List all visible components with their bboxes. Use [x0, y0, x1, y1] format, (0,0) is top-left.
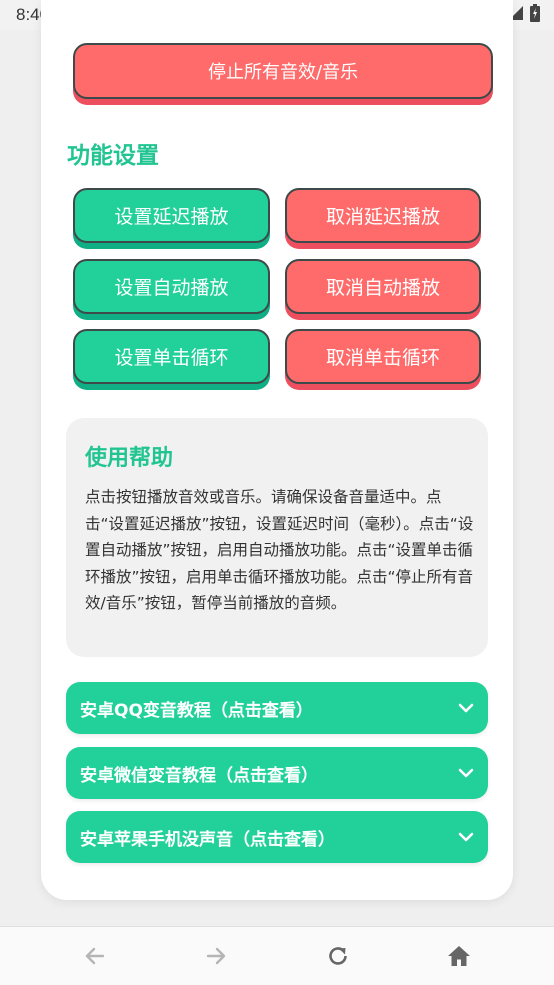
- accordion-wechat-tutorial[interactable]: 安卓微信变音教程（点击查看）: [66, 747, 488, 799]
- help-text: 点击按钮播放音效或音乐。请确保设备音量适中。点击“设置延迟播放”按钮，设置延迟时…: [85, 488, 474, 612]
- accordion-label: 安卓苹果手机没声音（点击查看）: [80, 830, 335, 850]
- accordion-qq-tutorial[interactable]: 安卓QQ变音教程（点击查看）: [66, 682, 488, 734]
- set-loop-button[interactable]: 设置单击循环: [73, 329, 270, 384]
- accordion-label: 安卓QQ变音教程（点击查看）: [80, 701, 313, 721]
- stop-all-button[interactable]: 停止所有音效/音乐: [73, 43, 493, 99]
- help-box: 使用帮助 点击按钮播放音效或音乐。请确保设备音量适中。点击“设置延迟播放”按钮，…: [66, 418, 488, 657]
- chevron-down-icon: [456, 827, 476, 851]
- section-title: 功能设置: [67, 143, 159, 169]
- chevron-down-icon: [456, 698, 476, 722]
- refresh-icon[interactable]: [323, 941, 353, 971]
- cancel-auto-button[interactable]: 取消自动播放: [285, 259, 481, 314]
- set-auto-button[interactable]: 设置自动播放: [73, 259, 270, 314]
- chevron-down-icon: [456, 763, 476, 787]
- back-arrow-icon[interactable]: [80, 941, 110, 971]
- home-icon[interactable]: [444, 941, 474, 971]
- cancel-delay-button[interactable]: 取消延迟播放: [285, 188, 481, 243]
- accordion-label: 安卓微信变音教程（点击查看）: [80, 766, 318, 786]
- help-title: 使用帮助: [85, 446, 174, 471]
- forward-arrow-icon[interactable]: [201, 941, 231, 971]
- bottom-nav-bar: [0, 926, 554, 985]
- set-delay-button[interactable]: 设置延迟播放: [73, 188, 270, 243]
- cancel-loop-button[interactable]: 取消单击循环: [285, 329, 481, 384]
- accordion-no-sound[interactable]: 安卓苹果手机没声音（点击查看）: [66, 811, 488, 863]
- battery-icon: [530, 4, 540, 27]
